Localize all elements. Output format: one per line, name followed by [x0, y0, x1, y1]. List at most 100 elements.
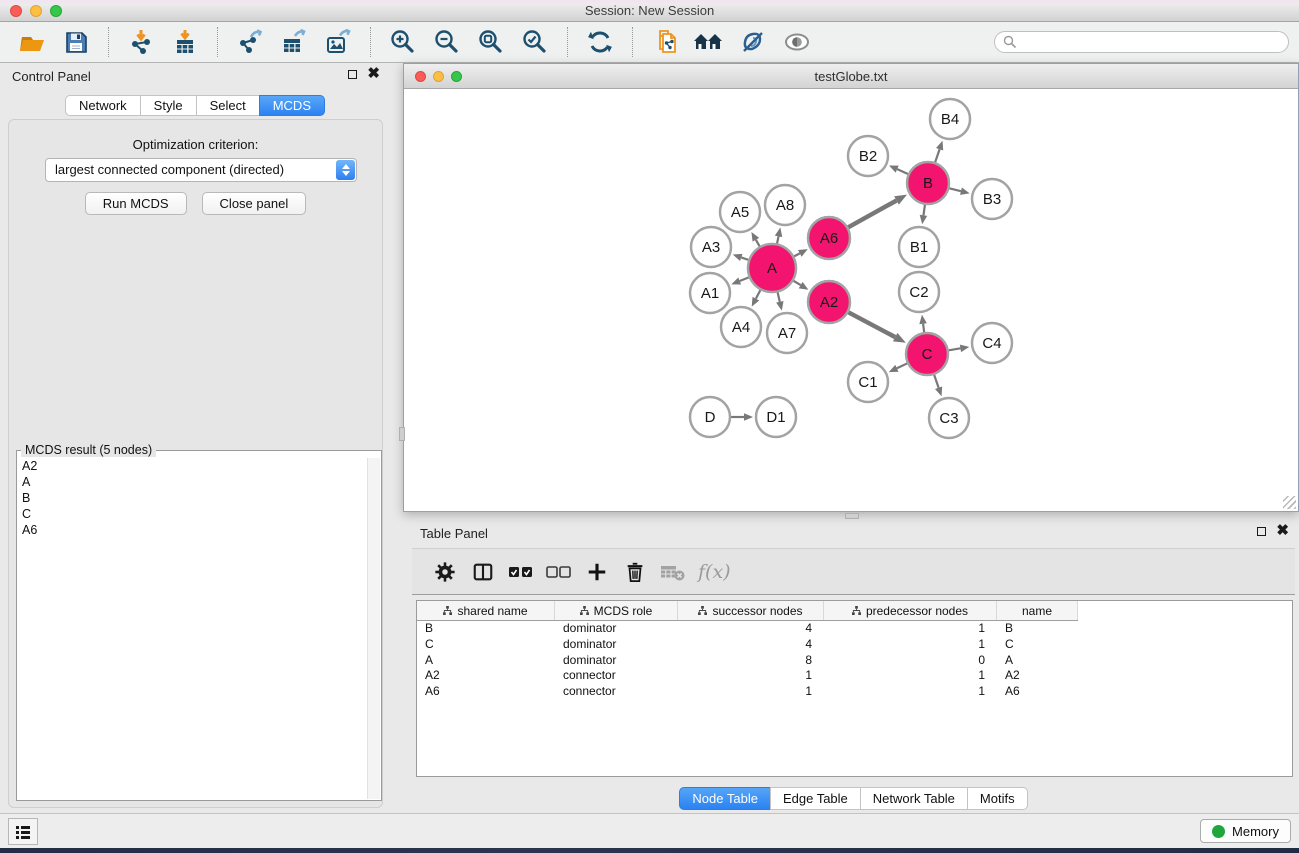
graph-node-A7[interactable]: A7: [767, 313, 807, 353]
graph-edge-C-C4[interactable]: [949, 348, 961, 350]
column-header-shared-name[interactable]: shared name: [417, 601, 555, 620]
graph-node-D1[interactable]: D1: [756, 397, 796, 437]
graph-edge-A-A8[interactable]: [777, 236, 778, 243]
tab-edge-table[interactable]: Edge Table: [770, 787, 861, 810]
close-panel-button[interactable]: Close panel: [202, 192, 307, 215]
run-mcds-button[interactable]: Run MCDS: [85, 192, 187, 215]
graph-edge-C-C3[interactable]: [934, 375, 938, 388]
mcds-result-item[interactable]: A: [18, 474, 366, 490]
graph-edge-B-B3[interactable]: [949, 188, 961, 191]
eye-button[interactable]: [780, 25, 814, 59]
save-session-button[interactable]: [59, 25, 93, 59]
export-network-button[interactable]: [233, 25, 267, 59]
search-field[interactable]: [994, 31, 1289, 53]
hide-labels-button[interactable]: [736, 25, 770, 59]
graph-edge-B-B2[interactable]: [897, 169, 908, 174]
minimize-network-window-button[interactable]: [433, 71, 444, 82]
clone-network-button[interactable]: [648, 25, 682, 59]
column-header-predecessor-nodes[interactable]: predecessor nodes: [824, 601, 997, 620]
mcds-result-item[interactable]: C: [18, 506, 366, 522]
network-window-titlebar[interactable]: testGlobe.txt: [404, 64, 1298, 89]
mcds-list-scrollbar[interactable]: [367, 458, 380, 799]
table-row[interactable]: Bdominator41B: [417, 621, 1078, 637]
tab-node-table[interactable]: Node Table: [679, 787, 771, 810]
graph-node-B4[interactable]: B4: [930, 99, 970, 139]
memory-button[interactable]: Memory: [1200, 819, 1291, 843]
mcds-result-item[interactable]: A6: [18, 522, 366, 538]
graph-edge-A6-B[interactable]: [848, 200, 896, 227]
graph-node-B[interactable]: B: [907, 162, 949, 204]
splitter-grip[interactable]: [399, 427, 405, 441]
graph-node-A2[interactable]: A2: [808, 281, 850, 323]
column-header-successor-nodes[interactable]: successor nodes: [678, 601, 824, 620]
graph-node-B2[interactable]: B2: [848, 136, 888, 176]
graph-node-B3[interactable]: B3: [972, 179, 1012, 219]
import-network-button[interactable]: [124, 25, 158, 59]
home-button[interactable]: [692, 25, 726, 59]
graph-node-A4[interactable]: A4: [721, 307, 761, 347]
graph-edge-C-C2[interactable]: [923, 324, 924, 332]
graph-edge-A-A4[interactable]: [756, 290, 760, 299]
graph-node-D[interactable]: D: [690, 397, 730, 437]
graph-node-A8[interactable]: A8: [765, 185, 805, 225]
create-column-button[interactable]: [581, 556, 613, 588]
column-header-name[interactable]: name: [997, 601, 1078, 620]
tab-motifs[interactable]: Motifs: [967, 787, 1028, 810]
graph-edge-A-A3[interactable]: [741, 257, 748, 259]
table-row[interactable]: A2connector11A2: [417, 668, 1078, 684]
graph-edge-A2-C[interactable]: [848, 312, 895, 337]
graph-node-C3[interactable]: C3: [929, 398, 969, 438]
delete-table-button[interactable]: [657, 556, 689, 588]
tab-style[interactable]: Style: [140, 95, 197, 116]
show-all-columns-button[interactable]: [505, 556, 537, 588]
tab-mcds[interactable]: MCDS: [259, 95, 325, 116]
graph-node-A3[interactable]: A3: [691, 227, 731, 267]
splitter-grip[interactable]: [845, 513, 859, 519]
zoom-in-button[interactable]: [386, 25, 420, 59]
resize-grip-icon[interactable]: [1283, 496, 1296, 509]
graph-node-A1[interactable]: A1: [690, 273, 730, 313]
open-session-button[interactable]: [15, 25, 49, 59]
table-settings-button[interactable]: [429, 556, 461, 588]
tab-network-table[interactable]: Network Table: [860, 787, 968, 810]
mcds-result-item[interactable]: B: [18, 490, 366, 506]
graph-edge-A-A6[interactable]: [794, 253, 800, 256]
export-image-button[interactable]: [321, 25, 355, 59]
tab-network[interactable]: Network: [65, 95, 141, 116]
show-panels-button[interactable]: [8, 818, 38, 845]
close-network-window-button[interactable]: [415, 71, 426, 82]
refresh-button[interactable]: [583, 25, 617, 59]
close-window-button[interactable]: [10, 5, 22, 17]
graph-node-C4[interactable]: C4: [972, 323, 1012, 363]
table-row[interactable]: Adominator80A: [417, 653, 1078, 669]
close-panel-icon[interactable]: ✖: [1276, 525, 1289, 537]
table-row[interactable]: A6connector11A6: [417, 684, 1078, 700]
minimize-window-button[interactable]: [30, 5, 42, 17]
mcds-result-item[interactable]: A2: [18, 458, 366, 474]
column-header-MCDS-role[interactable]: MCDS role: [555, 601, 678, 620]
table-row[interactable]: Cdominator41C: [417, 637, 1078, 653]
function-builder-button[interactable]: f(x): [698, 561, 731, 583]
delete-column-button[interactable]: [619, 556, 651, 588]
graph-edge-B-B4[interactable]: [935, 149, 939, 162]
criterion-select[interactable]: largest connected component (directed): [45, 158, 357, 182]
zoom-selected-button[interactable]: [518, 25, 552, 59]
float-panel-icon[interactable]: [1257, 527, 1266, 536]
search-input[interactable]: [1017, 33, 1288, 51]
graph-node-A5[interactable]: A5: [720, 192, 760, 232]
graph-edge-B-B1[interactable]: [923, 205, 924, 216]
zoom-fit-button[interactable]: [474, 25, 508, 59]
hide-all-columns-button[interactable]: [543, 556, 575, 588]
network-canvas[interactable]: AA1A2A3A4A5A6A7A8BB1B2B3B4CC1C2C3C4DD1: [404, 89, 1298, 511]
zoom-window-button[interactable]: [50, 5, 62, 17]
graph-edge-A-A7[interactable]: [778, 292, 780, 301]
tab-select[interactable]: Select: [196, 95, 260, 116]
graph-node-A[interactable]: A: [748, 244, 796, 292]
graph-node-C[interactable]: C: [906, 333, 948, 375]
graph-node-C1[interactable]: C1: [848, 362, 888, 402]
graph-edge-A-A5[interactable]: [756, 240, 760, 247]
graph-node-A6[interactable]: A6: [808, 217, 850, 259]
float-panel-icon[interactable]: [348, 70, 357, 79]
zoom-network-window-button[interactable]: [451, 71, 462, 82]
graph-node-B1[interactable]: B1: [899, 227, 939, 267]
